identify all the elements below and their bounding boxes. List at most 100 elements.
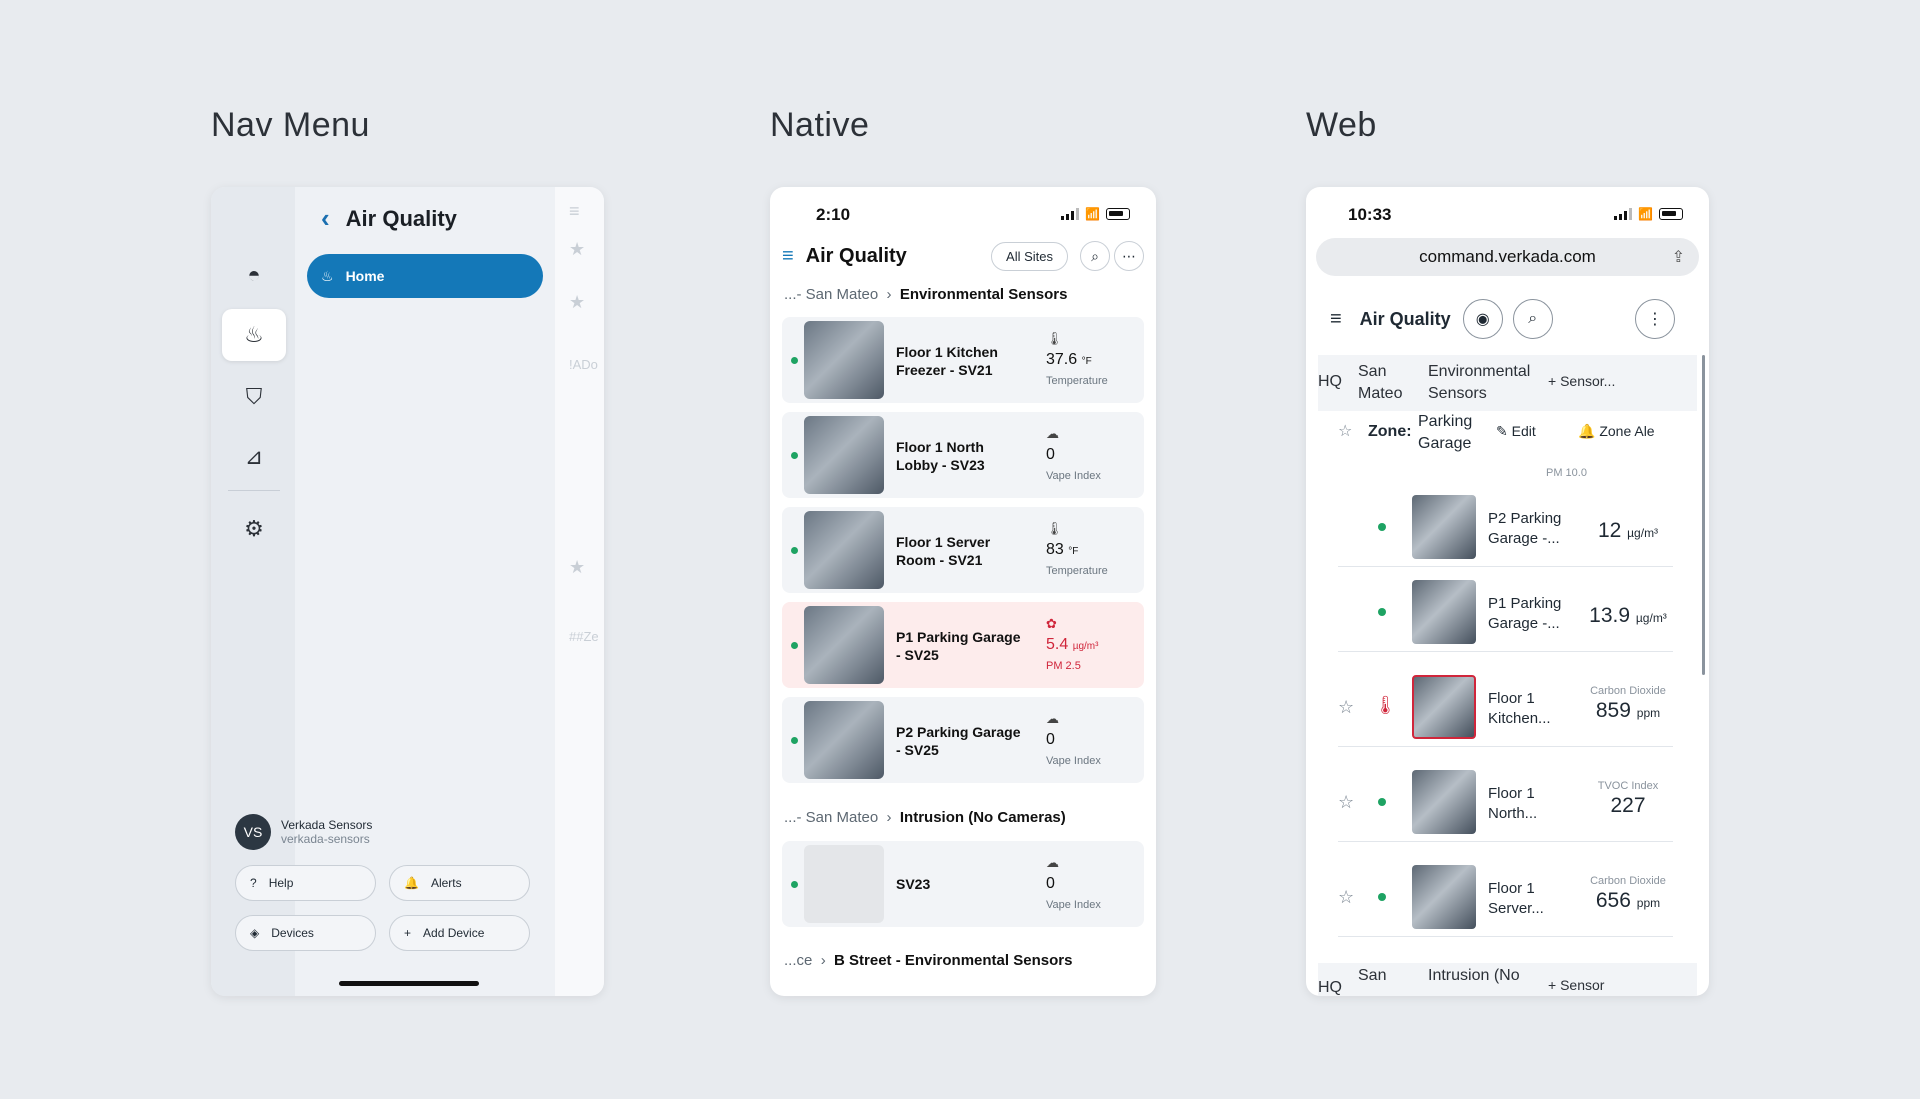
crumb-hq: HQ: [1318, 979, 1342, 996]
reading-unit: ppm: [1636, 706, 1661, 720]
signal-icon: [1614, 208, 1633, 220]
breadcrumb[interactable]: ...- San Mateo › Intrusion (No Cameras): [784, 809, 1066, 826]
all-sites-button[interactable]: All Sites: [991, 241, 1068, 271]
reading-label: Vape Index: [1046, 899, 1101, 911]
reading-value: 83: [1046, 541, 1064, 558]
edit-label: Edit: [1511, 423, 1536, 439]
add-sensor-button[interactable]: + Sensor: [1548, 977, 1604, 993]
star-icon[interactable]: ☆: [1338, 421, 1352, 441]
crumb-site: San Mateo: [1358, 363, 1403, 402]
status-dot: [791, 642, 798, 649]
sensor-thumbnail: [1412, 770, 1476, 834]
battery-icon: [1659, 208, 1683, 220]
vape-icon: ☁: [1046, 711, 1059, 726]
web-phone: 10:33 📶 command.verkada.com ⇪ ≡ Air Qual…: [1306, 187, 1709, 996]
breadcrumb[interactable]: ...ce › B Street - Environmental Sensors: [784, 952, 1072, 969]
scrollbar[interactable]: [1702, 355, 1705, 675]
zone-label: Zone:: [1368, 423, 1412, 440]
sensor-row[interactable]: P1 Parking Garage -... 13.9 µg/m³: [1338, 572, 1673, 652]
menu-icon[interactable]: ≡: [1330, 308, 1342, 331]
search-icon[interactable]: ⌕: [1512, 299, 1553, 339]
status-dot: [791, 452, 798, 459]
crumb-prefix: ...- San Mateo: [784, 809, 879, 826]
star-icon[interactable]: ☆: [1338, 792, 1354, 813]
status-dot: [1378, 798, 1386, 806]
page-title: Air Quality: [805, 244, 907, 267]
reading-value: 656: [1595, 889, 1631, 912]
reading-value: 37.6: [1046, 351, 1078, 368]
breadcrumb[interactable]: HQ San Mateo Environmental Sensors + Sen…: [1318, 355, 1697, 411]
sensor-card[interactable]: P2 Parking Garage - SV25 ☁ 0 Vape Index: [782, 697, 1144, 783]
reading-unit: µg/m³: [1627, 526, 1659, 540]
sensor-row[interactable]: ☆ Floor 1 Server... Carbon Dioxide 656 p…: [1338, 857, 1673, 937]
devices-icon: ◈: [250, 926, 260, 940]
reading-value: 12: [1597, 519, 1622, 542]
status-dot: [791, 357, 798, 364]
camera-icon[interactable]: ◓: [222, 249, 286, 301]
reading-label: Vape Index: [1046, 470, 1101, 482]
devices-button[interactable]: ◈ Devices: [235, 915, 376, 951]
clock: 2:10: [816, 205, 851, 224]
search-icon[interactable]: ⌕: [1080, 241, 1110, 271]
sensor-row[interactable]: ☆ Floor 1 North... TVOC Index 227: [1338, 762, 1673, 842]
crumb-prefix: ...- San Mateo: [784, 286, 879, 303]
reading-value: 0: [1046, 731, 1055, 748]
help-icon: ?: [250, 876, 257, 890]
more-icon[interactable]: ⋯: [1114, 241, 1144, 271]
status-dot: [1378, 608, 1386, 616]
add-device-button[interactable]: + Add Device: [389, 915, 530, 951]
avatar: VS: [235, 814, 271, 850]
add-sensor-label: Sensor: [1560, 977, 1605, 993]
sensor-card[interactable]: Floor 1 North Lobby - SV23 ☁ 0 Vape Inde…: [782, 412, 1144, 498]
url-bar[interactable]: command.verkada.com ⇪: [1316, 238, 1699, 276]
help-button[interactable]: ? Help: [235, 865, 376, 901]
more-icon[interactable]: ⋮: [1635, 299, 1675, 339]
sensor-row-alert[interactable]: ☆ 🌡 Floor 1 Kitchen... Carbon Dioxide 85…: [1338, 667, 1673, 747]
reading-value: 0: [1046, 446, 1055, 463]
reading-unit: °F: [1068, 546, 1079, 557]
sensor-name: Floor 1 North Lobby - SV23: [896, 439, 985, 473]
share-icon[interactable]: ⇪: [1672, 247, 1685, 267]
alerts-label: Alerts: [430, 876, 462, 890]
user-profile[interactable]: VS Verkada Sensors verkada-sensors: [235, 814, 372, 850]
location-icon[interactable]: ◉: [1462, 299, 1503, 339]
signal-icon: [1061, 208, 1080, 220]
sensor-name: P2 Parking Garage -...: [1488, 510, 1562, 547]
edit-button[interactable]: ✎ Edit: [1496, 423, 1536, 440]
user-org: verkada-sensors: [281, 832, 370, 846]
section-title-native: Native: [770, 106, 870, 144]
shield-icon[interactable]: ⛉: [222, 371, 286, 423]
sensor-card[interactable]: SV23 ☁ 0 Vape Index: [782, 841, 1144, 927]
section-title-web: Web: [1306, 106, 1377, 144]
back-icon[interactable]: ‹: [321, 203, 330, 234]
breadcrumb[interactable]: ...- San Mateo › Environmental Sensors: [784, 286, 1067, 303]
reading-unit: °F: [1081, 356, 1092, 367]
sensor-card[interactable]: Floor 1 Kitchen Freezer - SV21 🌡 37.6 °F…: [782, 317, 1144, 403]
star-icon[interactable]: ☆: [1338, 887, 1354, 908]
sensor-thumbnail: [1412, 675, 1476, 739]
sensor-thumbnail: [804, 845, 884, 923]
star-icon[interactable]: ☆: [1338, 697, 1354, 718]
status-dot: [791, 737, 798, 744]
home-button[interactable]: ♨ Home: [307, 254, 543, 298]
alerts-button[interactable]: 🔔 Alerts: [389, 865, 530, 901]
settings-icon[interactable]: ⚙: [222, 503, 286, 555]
clock: 10:33: [1348, 205, 1392, 224]
breadcrumb[interactable]: HQ San Intrusion (No + Sensor: [1318, 963, 1697, 996]
reading-value: 13.9: [1589, 604, 1631, 627]
bell-icon: 🔔: [404, 876, 419, 890]
sensor-card[interactable]: Floor 1 Server Room - SV21 🌡 83 °F Tempe…: [782, 507, 1144, 593]
menu-icon[interactable]: ≡: [782, 245, 794, 268]
access-icon[interactable]: ⊿: [222, 431, 286, 483]
add-sensor-label: Sensor...: [1560, 373, 1616, 389]
sensor-name: Floor 1 Kitchen Freezer - SV21: [896, 344, 998, 378]
air-quality-icon[interactable]: ♨: [222, 309, 286, 361]
reading-unit: µg/m³: [1072, 641, 1099, 652]
sensor-row[interactable]: P2 Parking Garage -... 12 µg/m³: [1338, 487, 1673, 567]
reading-value: 227: [1610, 794, 1646, 817]
wifi-icon: 📶: [1638, 207, 1653, 221]
zone-alert-button[interactable]: 🔔 Zone Ale: [1578, 423, 1655, 440]
page-title: Air Quality: [1359, 308, 1451, 329]
add-sensor-button[interactable]: + Sensor...: [1548, 373, 1615, 389]
sensor-card-alert[interactable]: P1 Parking Garage - SV25 ✿ 5.4 µg/m³ PM …: [782, 602, 1144, 688]
